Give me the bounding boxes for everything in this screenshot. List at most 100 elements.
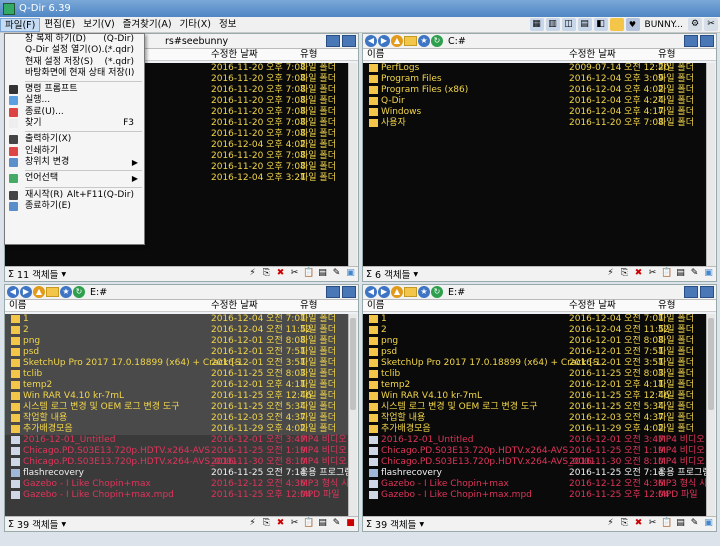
folder-icon[interactable] xyxy=(404,287,417,297)
list-item[interactable]: png 2016-12-01 오전 8:08 파일 폴더 xyxy=(363,336,706,347)
new-folder-icon[interactable]: ■ xyxy=(345,518,356,529)
back-icon[interactable]: ◀ xyxy=(7,286,19,298)
list-item[interactable]: 작업할 내용 2016-12-03 오전 4:37 파일 폴더 xyxy=(5,413,348,424)
file-menu-item[interactable]: 창위치 변경 ▶ xyxy=(5,157,144,168)
file-menu-item[interactable]: 현재 설정 저장(S) (*.qdr) xyxy=(5,57,144,68)
rename-icon[interactable]: ✎ xyxy=(689,268,700,279)
paste-icon[interactable]: 📋 xyxy=(661,268,672,279)
settings-icon[interactable]: ⚙ xyxy=(688,18,702,31)
file-menu-item[interactable]: 출력하기(X) xyxy=(5,134,144,145)
delete-icon[interactable]: ✖ xyxy=(633,518,644,529)
view-icon[interactable] xyxy=(326,286,340,298)
scrollbar[interactable] xyxy=(706,63,715,266)
user-label[interactable]: BUNNY... xyxy=(645,20,683,30)
delete-icon[interactable]: ✖ xyxy=(275,518,286,529)
paste-icon[interactable]: 📋 xyxy=(661,518,672,529)
copy-icon[interactable]: ⎘ xyxy=(619,268,630,279)
new-folder-icon[interactable]: ▣ xyxy=(345,268,356,279)
address-path[interactable]: E:# xyxy=(90,287,107,298)
column-date[interactable]: 수정한 날짜 xyxy=(569,300,616,312)
column-date[interactable]: 수정한 날짜 xyxy=(211,300,258,312)
column-date[interactable]: 수정한 날짜 xyxy=(569,49,616,61)
up-icon[interactable]: ▲ xyxy=(33,286,45,298)
scrollbar[interactable] xyxy=(706,314,715,516)
properties-icon[interactable]: ▤ xyxy=(317,518,328,529)
filter-icon[interactable]: ⚡ xyxy=(247,518,258,529)
cut-icon[interactable]: ✂ xyxy=(289,268,300,279)
back-icon[interactable]: ◀ xyxy=(365,35,377,47)
view-icon[interactable] xyxy=(684,286,698,298)
list-item[interactable]: png 2016-12-01 오전 8:08 파일 폴더 xyxy=(5,336,348,347)
view-options-icon[interactable] xyxy=(700,35,714,47)
refresh-icon[interactable]: ↻ xyxy=(431,35,443,47)
list-item[interactable]: Win RAR V4.10 kr-7mL 2016-11-25 오후 12:46 파… xyxy=(363,391,706,402)
list-item[interactable]: 사용자 2016-11-20 오후 7:08 파일 폴더 xyxy=(363,118,706,129)
filter-icon[interactable]: ⚡ xyxy=(247,268,258,279)
tools-icon[interactable]: ✂ xyxy=(704,18,718,31)
file-menu-item[interactable]: 실행... xyxy=(5,95,144,106)
delete-icon[interactable]: ✖ xyxy=(633,268,644,279)
list-item[interactable]: Chicago.PD.S03E13.720p.HDTV.x264-AVS 2016… xyxy=(363,446,706,457)
address-path[interactable]: E:# xyxy=(448,287,465,298)
list-item[interactable]: SketchUp Pro 2017 17.0.18899 (x64) + Cra… xyxy=(5,358,348,369)
folder-icon[interactable] xyxy=(609,18,624,31)
copy-icon[interactable]: ⎘ xyxy=(619,518,630,529)
list-item[interactable]: 추가배경모음 2016-11-29 오후 4:02 파일 폴더 xyxy=(363,424,706,435)
file-menu-item[interactable]: 창 복제 하기(D) (Q-Dir) xyxy=(5,34,144,45)
column-name[interactable]: 이름 xyxy=(367,300,384,312)
forward-icon[interactable]: ▶ xyxy=(378,286,390,298)
file-menu-item[interactable]: Q-Dir 설정 열기(O)... (*.qdr) xyxy=(5,45,144,56)
list-item[interactable]: temp2 2016-12-01 오후 4:11 파일 폴더 xyxy=(363,380,706,391)
menu-view[interactable]: 보기(V) xyxy=(79,18,118,32)
column-type[interactable]: 유형 xyxy=(300,49,317,61)
list-item[interactable]: temp2 2016-12-01 오후 4:11 파일 폴더 xyxy=(5,380,348,391)
file-menu-item[interactable]: 바탕화면에 현재 상태 저장(I) xyxy=(5,68,144,79)
address-path[interactable]: C:# xyxy=(448,36,466,47)
list-item[interactable]: 1 2016-12-04 오전 7:01 파일 폴더 xyxy=(363,314,706,325)
list-item[interactable]: psd 2016-12-01 오전 7:51 파일 폴더 xyxy=(5,347,348,358)
file-menu-item[interactable]: 명령 프롬프트 xyxy=(5,84,144,95)
file-menu-item[interactable]: 인쇄하기 xyxy=(5,146,144,157)
list-item[interactable]: Gazebo - I Like Chopin+max 2016-12-12 오전 … xyxy=(363,479,706,490)
forward-icon[interactable]: ▶ xyxy=(378,35,390,47)
folder-icon[interactable] xyxy=(46,287,59,297)
filter-icon[interactable]: ⚡ xyxy=(605,518,616,529)
file-menu-item[interactable]: 재시작(R) Alt+F11(Q-Dir) xyxy=(5,190,144,201)
column-type[interactable]: 유형 xyxy=(658,49,675,61)
menu-info[interactable]: 정보 xyxy=(215,18,240,32)
rename-icon[interactable]: ✎ xyxy=(331,518,342,529)
menu-favorites[interactable]: 즐겨찾기(A) xyxy=(119,18,176,32)
back-icon[interactable]: ◀ xyxy=(365,286,377,298)
list-item[interactable]: 시스템 로그 변경 및 OEM 로그 변경 도구 2016-11-25 오전 5:… xyxy=(5,402,348,413)
column-type[interactable]: 유형 xyxy=(300,300,317,312)
column-date[interactable]: 수정한 날짜 xyxy=(211,49,258,61)
list-item[interactable]: 작업할 내용 2016-12-03 오전 4:37 파일 폴더 xyxy=(363,413,706,424)
refresh-icon[interactable]: ↻ xyxy=(431,286,443,298)
layout-5-icon[interactable]: ◧ xyxy=(593,18,608,31)
list-item[interactable]: Program Files (x86) 2016-12-04 오후 4:02 파일 … xyxy=(363,85,706,96)
rename-icon[interactable]: ✎ xyxy=(689,518,700,529)
folder-icon[interactable] xyxy=(404,36,417,46)
filter-icon[interactable]: ⚡ xyxy=(605,268,616,279)
list-item[interactable]: psd 2016-12-01 오전 7:51 파일 폴더 xyxy=(363,347,706,358)
file-list[interactable]: PerfLogs 2009-07-14 오전 12:20 파일 폴더 Program … xyxy=(363,63,706,266)
copy-icon[interactable]: ⎘ xyxy=(261,518,272,529)
list-item[interactable]: flashrecovery 2016-11-25 오전 7:14 응용 프로그램 xyxy=(5,468,348,479)
paste-icon[interactable]: 📋 xyxy=(303,268,314,279)
menu-extras[interactable]: 기타(X) xyxy=(176,18,215,32)
up-icon[interactable]: ▲ xyxy=(391,286,403,298)
list-item[interactable]: PerfLogs 2009-07-14 오전 12:20 파일 폴더 xyxy=(363,63,706,74)
cut-icon[interactable]: ✂ xyxy=(647,518,658,529)
rename-icon[interactable]: ✎ xyxy=(331,268,342,279)
list-item[interactable]: Chicago.PD.S03E13.720p.HDTV.x264-AVS_000… xyxy=(363,457,706,468)
layout-3-icon[interactable]: ◫ xyxy=(561,18,576,31)
view-options-icon[interactable] xyxy=(342,35,356,47)
file-menu-item[interactable]: 종료(U)... xyxy=(5,107,144,118)
list-item[interactable]: Q-Dir 2016-12-04 오후 4:24 파일 폴더 xyxy=(363,96,706,107)
new-folder-icon[interactable]: ▣ xyxy=(703,268,714,279)
view-icon[interactable] xyxy=(684,35,698,47)
list-item[interactable]: 2 2016-12-04 오전 11:52 파일 폴더 xyxy=(363,325,706,336)
list-item[interactable]: Chicago.PD.S03E13.720p.HDTV.x264-AVS 2016… xyxy=(5,446,348,457)
scrollbar[interactable] xyxy=(348,314,357,516)
favorites-icon[interactable]: ♥ xyxy=(625,18,640,31)
